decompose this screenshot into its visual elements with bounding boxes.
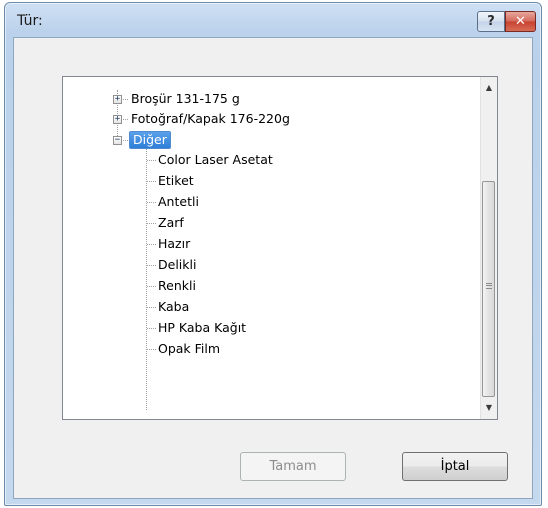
tree-item-diger[interactable]: Diğer	[129, 131, 171, 149]
ok-button[interactable]: Tamam	[240, 452, 346, 481]
tree-connector	[147, 181, 156, 182]
tree-connector	[147, 244, 156, 245]
title-bar[interactable]: Tür: ? ✕	[5, 3, 541, 37]
tree-child-hp-kaba-kagit[interactable]: HP Kaba Kağıt	[158, 319, 246, 337]
tree-child-etiket[interactable]: Etiket	[158, 172, 194, 190]
question-mark-icon: ?	[487, 14, 495, 29]
expand-icon[interactable]: +	[113, 95, 122, 104]
tree-connector	[147, 265, 156, 266]
collapse-icon[interactable]: −	[113, 136, 122, 145]
tree-child-antetli[interactable]: Antetli	[158, 193, 199, 211]
tree-item-fotograf-kapak[interactable]: Fotoğraf/Kapak 176-220g	[131, 110, 290, 128]
tree-connector	[147, 349, 156, 350]
dialog-title: Tür:	[17, 13, 43, 29]
scroll-up-arrow-icon[interactable]: ▲	[481, 79, 497, 96]
tree-child-hazir[interactable]: Hazır	[158, 235, 190, 253]
tree-connector	[147, 328, 156, 329]
tree-list: + Broşür 131-175 g + Fotoğraf/Kapak 176-…	[63, 77, 473, 419]
tree-connector	[147, 286, 156, 287]
tree-connector	[147, 202, 156, 203]
tree-child-kaba[interactable]: Kaba	[158, 298, 189, 316]
expand-icon[interactable]: +	[113, 115, 122, 124]
tree-child-zarf[interactable]: Zarf	[158, 214, 184, 232]
tree-child-delikli[interactable]: Delikli	[158, 256, 196, 274]
vertical-scrollbar[interactable]: ▲ ▼	[480, 77, 497, 419]
tree-branch-line	[146, 148, 147, 410]
tree-connector	[147, 223, 156, 224]
tree-child-renkli[interactable]: Renkli	[158, 277, 196, 295]
cancel-button[interactable]: İptal	[402, 452, 508, 481]
dialog-client-area: + Broşür 131-175 g + Fotoğraf/Kapak 176-…	[13, 37, 533, 499]
help-button[interactable]: ?	[477, 11, 505, 32]
close-icon: ✕	[515, 14, 526, 29]
paper-type-tree[interactable]: + Broşür 131-175 g + Fotoğraf/Kapak 176-…	[62, 76, 498, 420]
tree-child-opak-film[interactable]: Opak Film	[158, 340, 220, 358]
scroll-down-arrow-icon[interactable]: ▼	[481, 399, 497, 416]
tree-connector	[147, 307, 156, 308]
scrollbar-thumb[interactable]	[482, 181, 495, 397]
tree-child-color-laser-asetat[interactable]: Color Laser Asetat	[158, 151, 273, 169]
grip-icon	[486, 283, 492, 289]
tree-item-brosur[interactable]: Broşür 131-175 g	[131, 90, 240, 108]
tree-connector	[147, 160, 156, 161]
dialog-window: Tür: ? ✕ + Broşür 131-175 g + Fotoğraf/K…	[4, 2, 542, 506]
close-button[interactable]: ✕	[505, 11, 536, 32]
